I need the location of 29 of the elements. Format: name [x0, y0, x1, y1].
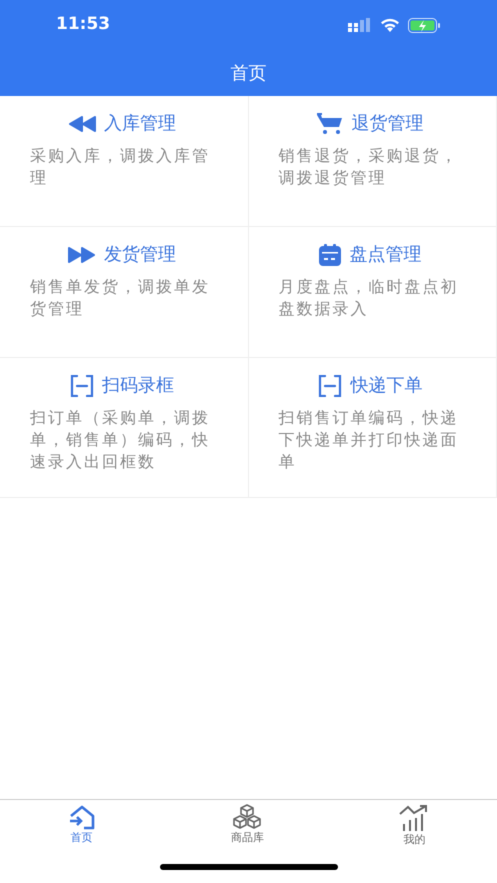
tile-title[interactable]: 扫码录框: [102, 372, 174, 399]
cart-icon: [317, 112, 344, 134]
cubes-icon: [231, 804, 264, 830]
scan-icon: [70, 374, 94, 396]
signal-icon: [348, 18, 372, 32]
tile-description: 扫销售订单编码，快递下快递单并打印快递面单: [278, 407, 460, 473]
chart-icon: [399, 804, 430, 832]
tile-description: 销售退货，采购退货，调拨退货管理: [278, 145, 460, 189]
tile-description: 月度盘点，临时盘点初盘数据录入: [278, 276, 460, 320]
wifi-icon: [380, 18, 400, 32]
status-time: 11:53: [56, 13, 110, 36]
home-icon: [68, 804, 96, 830]
tile-description: 扫订单（采购单，调拨单，销售单）编码，快速录入出回框数: [30, 407, 211, 473]
tile-description: 销售单发货，调拨单发货管理: [30, 276, 211, 320]
tile-title[interactable]: 发货管理: [104, 241, 176, 268]
tile-title[interactable]: 盘点管理: [349, 241, 422, 268]
tab-item[interactable]: 商品库: [230, 800, 264, 851]
forward-icon: [68, 246, 96, 264]
rewind-icon: [68, 114, 96, 132]
tab-item[interactable]: 我的: [399, 800, 430, 851]
scan-icon: [318, 374, 342, 396]
tile-description: 采购入库，调拨入库管理: [30, 145, 211, 189]
page-title: 首页: [230, 62, 266, 86]
tab-item[interactable]: 首页: [68, 800, 96, 851]
battery-icon: [408, 18, 441, 32]
tile-title[interactable]: 退货管理: [351, 110, 424, 137]
tile-title[interactable]: 入库管理: [104, 110, 176, 137]
calendar-icon: [319, 244, 342, 266]
tile-title[interactable]: 快递下单: [350, 372, 422, 399]
